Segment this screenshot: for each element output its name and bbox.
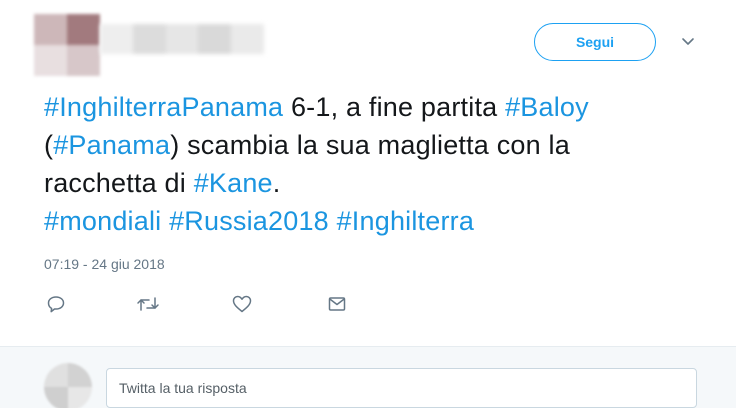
- reply-input[interactable]: [106, 368, 697, 408]
- reply-icon[interactable]: [44, 292, 68, 316]
- heart-icon[interactable]: [230, 292, 254, 316]
- tweet-text-line: (#Panama) scambia la sua maglietta con l…: [44, 126, 704, 164]
- tweet-text-segment: ) scambia la sua maglietta con la: [170, 130, 570, 160]
- tweet-text: #InghilterraPanama 6-1, a fine partita #…: [44, 88, 704, 240]
- author-name-redacted[interactable]: [100, 24, 264, 54]
- tweet-text-line: #InghilterraPanama 6-1, a fine partita #…: [44, 88, 704, 126]
- hashtag-link[interactable]: #Kane: [194, 168, 273, 198]
- tweet-text-line: racchetta di #Kane.: [44, 164, 704, 202]
- tweet-timestamp[interactable]: 07:19 - 24 giu 2018: [44, 256, 165, 272]
- author-avatar[interactable]: [34, 14, 100, 76]
- user-avatar: [44, 363, 92, 408]
- tweet-text-segment: [161, 206, 169, 236]
- hashtag-link[interactable]: #Inghilterra: [337, 206, 474, 236]
- reply-composer: [0, 346, 736, 408]
- hashtag-link[interactable]: #Russia2018: [169, 206, 329, 236]
- follow-button[interactable]: Segui: [534, 23, 656, 61]
- tweet-text-line: #mondiali #Russia2018 #Inghilterra: [44, 202, 704, 240]
- tweet-text-segment: .: [272, 168, 281, 198]
- tweet-text-segment: racchetta di: [44, 168, 194, 198]
- hashtag-link[interactable]: #Baloy: [505, 92, 589, 122]
- hashtag-link[interactable]: #InghilterraPanama: [44, 92, 283, 122]
- hashtag-link[interactable]: #Panama: [53, 130, 170, 160]
- hashtag-link[interactable]: #mondiali: [44, 206, 161, 236]
- tweet-text-segment: (: [44, 130, 54, 160]
- envelope-icon[interactable]: [325, 292, 349, 316]
- tweet-text-segment: 6-1, a fine partita: [283, 92, 506, 122]
- tweet-card: Segui #InghilterraPanama 6-1, a fine par…: [0, 0, 736, 408]
- retweet-icon[interactable]: [136, 292, 160, 316]
- tweet-text-segment: [329, 206, 337, 236]
- author-header[interactable]: [34, 14, 264, 76]
- chevron-down-icon[interactable]: [678, 32, 698, 52]
